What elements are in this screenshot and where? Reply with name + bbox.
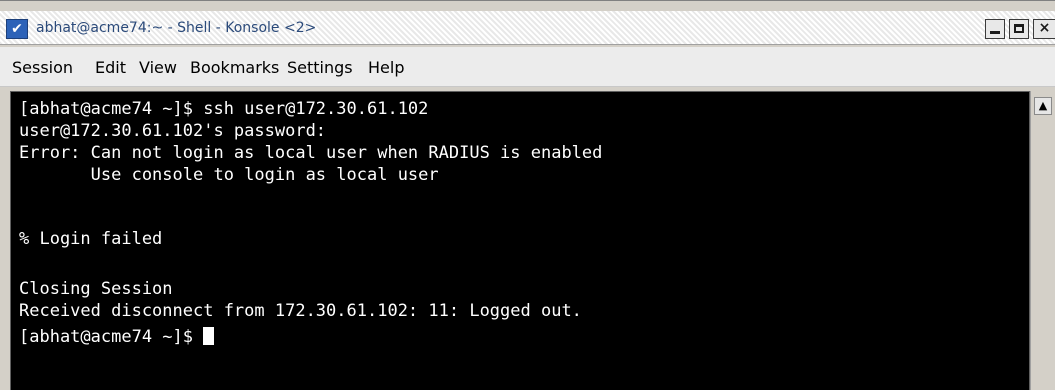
terminal-prompt-line: [abhat@acme74 ~]$: [19, 326, 215, 348]
window-title: abhat@acme74:~ - Shell - Konsole <2>: [36, 20, 317, 36]
terminal-line: [abhat@acme74 ~]$ ssh user@172.30.61.102: [19, 99, 429, 119]
terminal-line: Error: Can not login as local user when …: [19, 143, 603, 163]
window-menu-chevron-down-icon[interactable]: ✔: [6, 19, 28, 39]
maximize-button[interactable]: [1009, 19, 1029, 39]
close-button[interactable]: ×: [1033, 19, 1055, 39]
minimize-button[interactable]: [985, 19, 1005, 39]
menu-bar: Session Edit View Bookmarks Settings Hel…: [0, 47, 1055, 87]
scroll-up-icon[interactable]: ▲: [1034, 97, 1052, 115]
terminal-line: Use console to login as local user: [19, 165, 439, 185]
terminal-line: % Login failed: [19, 229, 163, 249]
menu-settings[interactable]: Settings: [287, 58, 353, 77]
terminal-prompt: [abhat@acme74 ~]$: [19, 327, 204, 347]
konsole-window: ✔ abhat@acme74:~ - Shell - Konsole <2> ×…: [0, 0, 1055, 390]
terminal-line: Received disconnect from 172.30.61.102: …: [19, 301, 582, 321]
maximize-icon: [1014, 24, 1024, 33]
menu-bookmarks[interactable]: Bookmarks: [190, 58, 279, 77]
vertical-scrollbar[interactable]: ▲: [1030, 91, 1055, 390]
terminal-line: Closing Session: [19, 279, 173, 299]
minimize-icon: [990, 31, 1000, 34]
close-icon: ×: [1038, 20, 1051, 36]
terminal-line: user@172.30.61.102's password:: [19, 121, 327, 141]
menu-view[interactable]: View: [139, 58, 177, 77]
terminal-output[interactable]: [abhat@acme74 ~]$ ssh user@172.30.61.102…: [10, 91, 1030, 390]
menu-session[interactable]: Session: [12, 58, 73, 77]
menu-help[interactable]: Help: [368, 58, 404, 77]
text-cursor: [203, 327, 215, 345]
title-bar[interactable]: ✔ abhat@acme74:~ - Shell - Konsole <2> ×: [0, 11, 1055, 45]
menu-edit[interactable]: Edit: [95, 58, 126, 77]
